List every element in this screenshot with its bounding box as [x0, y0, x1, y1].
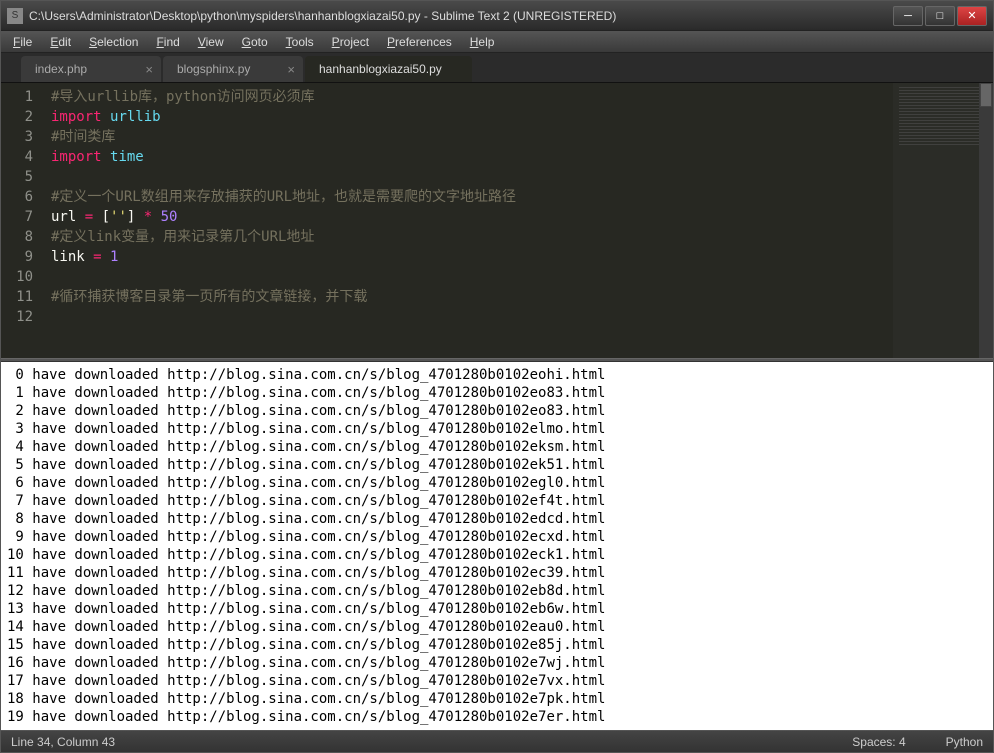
close-button[interactable]: ✕ — [957, 6, 987, 26]
tab-hanhanblogxiazai50-py[interactable]: hanhanblogxiazai50.py — [305, 56, 472, 82]
code-line[interactable] — [51, 167, 893, 187]
window: S C:\Users\Administrator\Desktop\python\… — [0, 0, 994, 753]
menu-preferences[interactable]: Preferences — [379, 33, 460, 51]
tab-index-php[interactable]: index.php × — [21, 56, 161, 82]
line-number: 3 — [1, 127, 33, 147]
line-number: 9 — [1, 247, 33, 267]
statusbar: Line 34, Column 43 Spaces: 4 Python — [1, 730, 993, 752]
menu-file[interactable]: File — [5, 33, 40, 51]
code-line[interactable]: import time — [51, 147, 893, 167]
code-line[interactable]: link = 1 — [51, 247, 893, 267]
code-line[interactable]: #导入urllib库，python访问网页必须库 — [51, 87, 893, 107]
menu-find[interactable]: Find — [148, 33, 187, 51]
indent-setting[interactable]: Spaces: 4 — [852, 735, 905, 749]
code-line[interactable]: #时间类库 — [51, 127, 893, 147]
editor-scrollbar[interactable] — [979, 83, 993, 358]
code-line[interactable]: import urllib — [51, 107, 893, 127]
tab-label: blogsphinx.py — [177, 62, 250, 76]
line-number: 4 — [1, 147, 33, 167]
maximize-button[interactable]: □ — [925, 6, 955, 26]
syntax-setting[interactable]: Python — [946, 735, 983, 749]
line-number: 2 — [1, 107, 33, 127]
menu-selection[interactable]: Selection — [81, 33, 146, 51]
code-content[interactable]: #导入urllib库，python访问网页必须库import urllib#时间… — [41, 83, 893, 358]
window-title: C:\Users\Administrator\Desktop\python\my… — [29, 9, 893, 23]
line-number: 6 — [1, 187, 33, 207]
code-line[interactable]: #定义一个URL数组用来存放捕获的URL地址，也就是需要爬的文字地址路径 — [51, 187, 893, 207]
cursor-position[interactable]: Line 34, Column 43 — [11, 735, 115, 749]
menu-edit[interactable]: Edit — [42, 33, 79, 51]
menu-tools[interactable]: Tools — [278, 33, 322, 51]
titlebar[interactable]: S C:\Users\Administrator\Desktop\python\… — [1, 1, 993, 31]
line-number: 5 — [1, 167, 33, 187]
menu-view[interactable]: View — [190, 33, 232, 51]
tab-close-icon[interactable]: × — [145, 62, 153, 77]
line-number: 8 — [1, 227, 33, 247]
tab-label: hanhanblogxiazai50.py — [319, 62, 442, 76]
code-line[interactable] — [51, 267, 893, 287]
line-number: 12 — [1, 307, 33, 327]
gutter: 123456789101112 — [1, 83, 41, 358]
code-line[interactable]: #定义link变量，用来记录第几个URL地址 — [51, 227, 893, 247]
minimap[interactable] — [893, 83, 993, 358]
minimize-button[interactable]: ─ — [893, 6, 923, 26]
code-line[interactable]: url = [''] * 50 — [51, 207, 893, 227]
menu-help[interactable]: Help — [462, 33, 503, 51]
menu-goto[interactable]: Goto — [234, 33, 276, 51]
tab-label: index.php — [35, 62, 87, 76]
console-output[interactable]: 0 have downloaded http://blog.sina.com.c… — [1, 362, 993, 730]
editor[interactable]: 123456789101112 #导入urllib库，python访问网页必须库… — [1, 83, 993, 358]
code-line[interactable] — [51, 307, 893, 327]
line-number: 11 — [1, 287, 33, 307]
menubar: FileEditSelectionFindViewGotoToolsProjec… — [1, 31, 993, 53]
tab-close-icon[interactable]: × — [287, 62, 295, 77]
code-line[interactable]: #循环捕获博客目录第一页所有的文章链接，并下载 — [51, 287, 893, 307]
tabbar: index.php × blogsphinx.py × hanhanblogxiazai… — [1, 53, 993, 83]
window-controls: ─ □ ✕ — [893, 6, 987, 26]
app-icon: S — [7, 8, 23, 24]
scrollbar-thumb[interactable] — [980, 83, 992, 107]
line-number: 10 — [1, 267, 33, 287]
line-number: 1 — [1, 87, 33, 107]
menu-project[interactable]: Project — [324, 33, 377, 51]
tab-blogsphinx-py[interactable]: blogsphinx.py × — [163, 56, 303, 82]
minimap-preview — [899, 87, 989, 147]
line-number: 7 — [1, 207, 33, 227]
